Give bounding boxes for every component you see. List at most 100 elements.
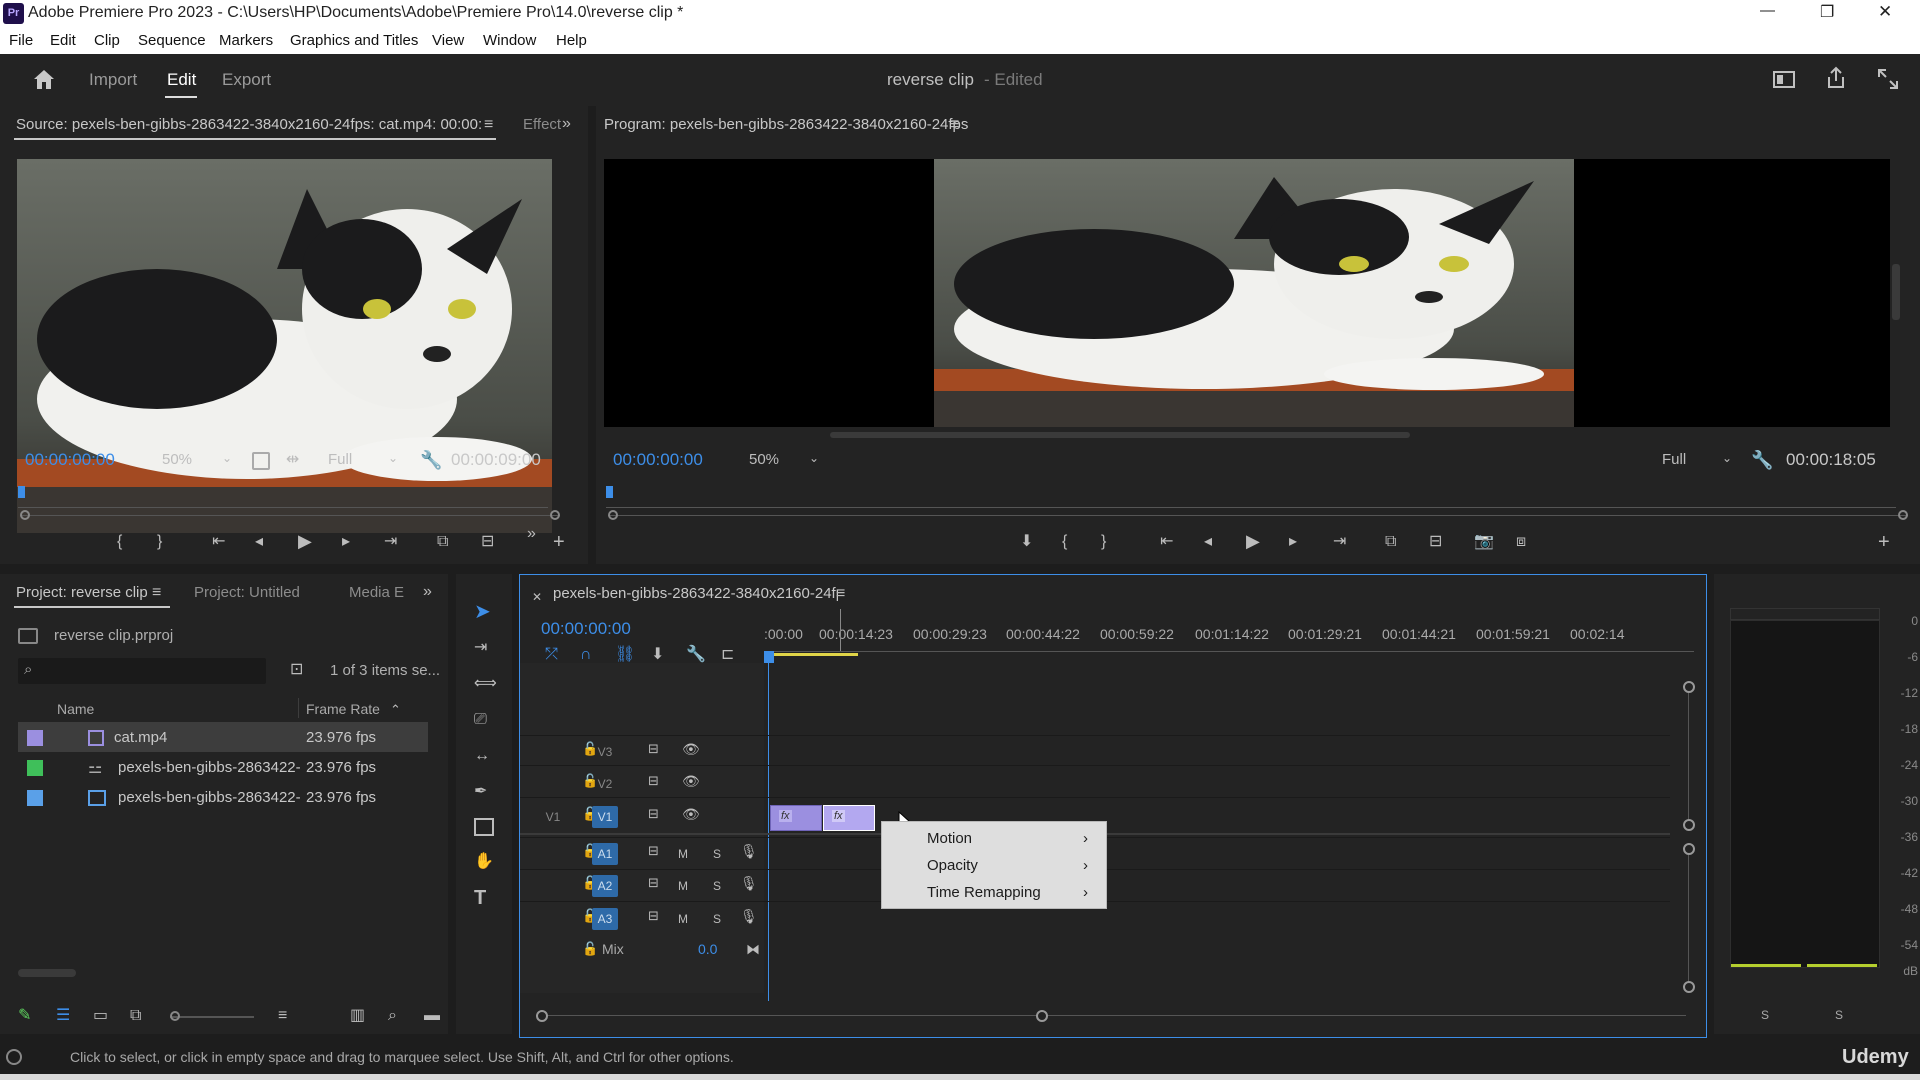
source-scrub-bar[interactable] bbox=[18, 486, 548, 508]
program-zoom-dropdown[interactable]: 50% ⌄ bbox=[749, 451, 819, 468]
nest-sequence-icon[interactable]: ⤱ bbox=[545, 647, 558, 663]
fullscreen-icon[interactable] bbox=[1877, 68, 1899, 90]
video-clip-selected[interactable]: fx bbox=[823, 805, 875, 831]
solo-right-button[interactable]: S bbox=[1826, 1004, 1852, 1026]
list-item[interactable]: ⚍ pexels-ben-gibbs-2863422- 23.976 fps bbox=[18, 752, 428, 782]
track-select-tool-icon[interactable]: ⇥ bbox=[474, 640, 487, 656]
video-clip[interactable]: fx bbox=[770, 805, 822, 831]
insert-settings-icon[interactable] bbox=[252, 452, 270, 470]
column-name[interactable]: Name bbox=[57, 701, 94, 717]
menu-item-opacity[interactable]: Opacity › bbox=[882, 852, 1106, 879]
extract-icon[interactable]: ⊟ bbox=[1429, 534, 1442, 550]
play-icon[interactable]: ▶ bbox=[1246, 532, 1260, 550]
track-label-v1[interactable]: V1 bbox=[592, 806, 618, 828]
program-monitor-title[interactable]: Program: pexels-ben-gibbs-2863422-3840x2… bbox=[604, 116, 968, 133]
program-quality-dropdown[interactable]: Full ⌄ bbox=[1662, 451, 1732, 468]
step-forward-icon[interactable]: ▸ bbox=[342, 534, 350, 550]
program-scrub-bar[interactable] bbox=[606, 486, 1896, 508]
track-label-a2[interactable]: A2 bbox=[592, 875, 618, 897]
home-icon[interactable] bbox=[32, 68, 56, 90]
eye-icon[interactable]: 👁 bbox=[682, 773, 700, 789]
comparison-view-icon[interactable]: ⧈ bbox=[1516, 534, 1526, 550]
go-to-out-icon[interactable]: ⇥ bbox=[384, 534, 397, 550]
icon-view-icon[interactable]: ▭ bbox=[93, 1008, 108, 1024]
panel-layout-icon[interactable] bbox=[1773, 71, 1795, 88]
playhead[interactable] bbox=[764, 651, 774, 663]
sync-lock-icon[interactable]: ⊟ bbox=[648, 843, 659, 859]
menu-clip[interactable]: Clip bbox=[94, 32, 120, 49]
button-editor-icon[interactable]: + bbox=[1878, 532, 1890, 552]
minimize-button[interactable]: — bbox=[1760, 2, 1775, 19]
panel-menu-icon[interactable]: ≡ bbox=[836, 586, 845, 602]
tab-export[interactable]: Export bbox=[222, 70, 271, 90]
snap-icon[interactable]: ∩ bbox=[580, 647, 592, 663]
list-view-icon[interactable]: ☰ bbox=[56, 1008, 70, 1024]
timeline-audio-vertical-zoom[interactable] bbox=[1683, 843, 1695, 993]
insert-icon[interactable]: ⧉ bbox=[437, 534, 448, 550]
step-forward-icon[interactable]: ▸ bbox=[1289, 534, 1297, 550]
mute-button[interactable]: M bbox=[670, 875, 696, 897]
tab-import[interactable]: Import bbox=[89, 70, 137, 90]
sync-lock-icon[interactable]: ⊟ bbox=[648, 908, 659, 924]
type-tool-icon[interactable]: T bbox=[474, 888, 486, 908]
sync-lock-icon[interactable]: ⊟ bbox=[648, 741, 659, 757]
menu-markers[interactable]: Markers bbox=[219, 32, 273, 49]
restore-button[interactable]: ❐ bbox=[1820, 2, 1834, 22]
program-zoom-bar[interactable] bbox=[608, 510, 1908, 522]
column-frame-rate[interactable]: Frame Rate bbox=[306, 701, 380, 717]
timeline-settings-icon[interactable]: 🔧 bbox=[686, 647, 706, 663]
microphone-icon[interactable]: 🎙 bbox=[740, 908, 758, 924]
new-bin-icon[interactable]: ▬ bbox=[424, 1008, 440, 1024]
find-icon[interactable]: ⌕ bbox=[388, 1008, 397, 1024]
go-to-out-icon[interactable]: ⇥ bbox=[1333, 534, 1346, 550]
export-frame-icon[interactable]: 📷 bbox=[1474, 534, 1494, 550]
program-horizontal-scroll[interactable] bbox=[830, 432, 1410, 438]
ripple-edit-tool-icon[interactable]: ⟺ bbox=[474, 676, 497, 692]
timeline-vertical-zoom[interactable] bbox=[1683, 681, 1695, 831]
project-horizontal-scroll[interactable] bbox=[18, 969, 76, 977]
menu-view[interactable]: View bbox=[432, 32, 464, 49]
list-item[interactable]: pexels-ben-gibbs-2863422- 23.976 fps bbox=[18, 782, 428, 812]
mute-button[interactable]: M bbox=[670, 843, 696, 865]
go-to-in-icon[interactable]: ⇤ bbox=[1160, 534, 1173, 550]
menu-help[interactable]: Help bbox=[556, 32, 587, 49]
rectangle-tool-icon[interactable] bbox=[474, 818, 494, 836]
solo-button[interactable]: S bbox=[704, 908, 730, 930]
menu-item-time-remapping[interactable]: Time Remapping › bbox=[882, 879, 1106, 906]
source-timecode[interactable]: 00:00:00:00 bbox=[25, 450, 115, 470]
more-panels-icon[interactable]: » bbox=[562, 116, 571, 132]
track-label-v3[interactable]: V3 bbox=[592, 741, 618, 763]
share-icon[interactable] bbox=[1825, 66, 1847, 90]
program-vertical-scroll[interactable] bbox=[1892, 264, 1900, 320]
pencil-icon[interactable]: ✎ bbox=[18, 1008, 31, 1024]
mark-out-icon[interactable]: } bbox=[157, 534, 162, 550]
program-timecode[interactable]: 00:00:00:00 bbox=[613, 450, 703, 470]
freeform-view-icon[interactable]: ⧉ bbox=[130, 1008, 141, 1024]
eye-icon[interactable]: 👁 bbox=[682, 806, 700, 822]
overwrite-icon[interactable]: ⊟ bbox=[481, 534, 494, 550]
microphone-icon[interactable]: 🎙 bbox=[740, 843, 758, 859]
selection-tool-icon[interactable]: ➤ bbox=[474, 602, 491, 622]
captions-icon[interactable]: ⊏ bbox=[721, 647, 734, 663]
solo-button[interactable]: S bbox=[704, 875, 730, 897]
go-to-in-icon[interactable]: ⇤ bbox=[212, 534, 225, 550]
close-button[interactable]: ✕ bbox=[1878, 2, 1892, 22]
razor-tool-icon[interactable]: ⎚ bbox=[474, 712, 487, 728]
wrench-icon[interactable]: 🔧 bbox=[1751, 451, 1773, 469]
tab-project-untitled[interactable]: Project: Untitled bbox=[194, 584, 300, 601]
solo-button[interactable]: S bbox=[704, 843, 730, 865]
tab-effect-controls[interactable]: Effect bbox=[523, 116, 561, 133]
source-zoom-bar[interactable] bbox=[20, 510, 560, 522]
go-to-end-icon[interactable]: ⧓ bbox=[746, 941, 760, 957]
timeline-timecode[interactable]: 00:00:00:00 bbox=[541, 619, 631, 639]
list-item[interactable]: cat.mp4 23.976 fps bbox=[18, 722, 428, 752]
work-area-bar[interactable] bbox=[768, 653, 858, 656]
sync-lock-icon[interactable]: ⊟ bbox=[648, 806, 659, 822]
panel-menu-icon[interactable]: ≡ bbox=[484, 117, 493, 133]
step-back-icon[interactable]: ◂ bbox=[255, 534, 263, 550]
lock-icon[interactable]: 🔓 bbox=[582, 941, 598, 957]
mark-out-icon[interactable]: } bbox=[1101, 534, 1106, 550]
automate-to-sequence-icon[interactable]: ▥ bbox=[350, 1008, 365, 1024]
linked-selection-icon[interactable]: ⛓ bbox=[615, 647, 635, 663]
more-panels-icon[interactable]: » bbox=[423, 584, 432, 600]
